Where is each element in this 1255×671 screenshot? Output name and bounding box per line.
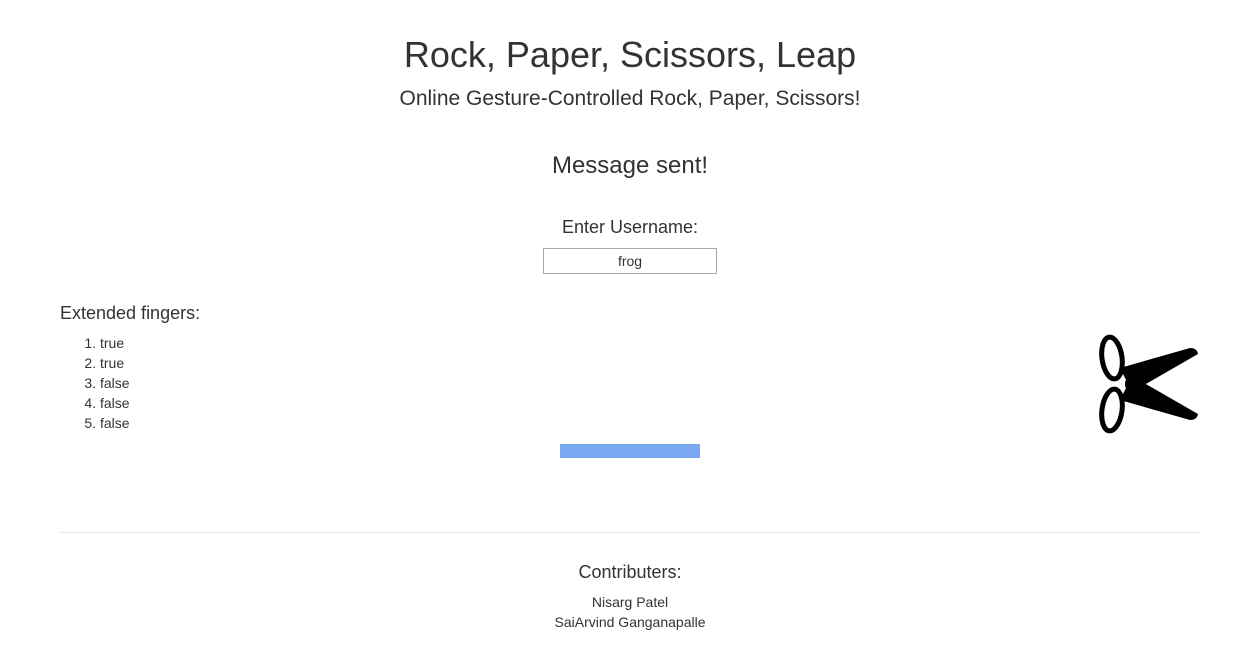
finger-1-state: true [100, 333, 130, 353]
contributors-heading: Contributers: [578, 562, 682, 582]
contributor-name: Nisarg Patel [591, 594, 669, 610]
page-title: Rock, Paper, Scissors, Leap [403, 34, 857, 75]
status-message: Message sent! [551, 152, 709, 179]
contributor-name: SaiArvind Ganganapalle [554, 614, 706, 630]
extended-fingers-heading: Extended fingers: [60, 303, 201, 323]
finger-4-state: false [100, 393, 130, 413]
page-subtitle: Online Gesture-Controlled Rock, Paper, S… [399, 87, 861, 110]
finger-2-state: true [100, 353, 130, 373]
username-input[interactable] [543, 248, 717, 274]
page: Rock, Paper, Scissors, Leap Online Gestu… [0, 0, 1255, 671]
finger-3-state: false [100, 373, 130, 393]
progress-fill [560, 444, 700, 458]
progress-bar [560, 444, 700, 458]
finger-5-state: false [100, 413, 130, 433]
contributors-list: Nisarg Patel SaiArvind Ganganapalle [0, 592, 1255, 632]
scissors-icon [1099, 334, 1198, 434]
footer-divider [60, 532, 1200, 533]
username-label: Enter Username: [561, 217, 699, 237]
extended-fingers-list: true true false false false [60, 333, 130, 433]
